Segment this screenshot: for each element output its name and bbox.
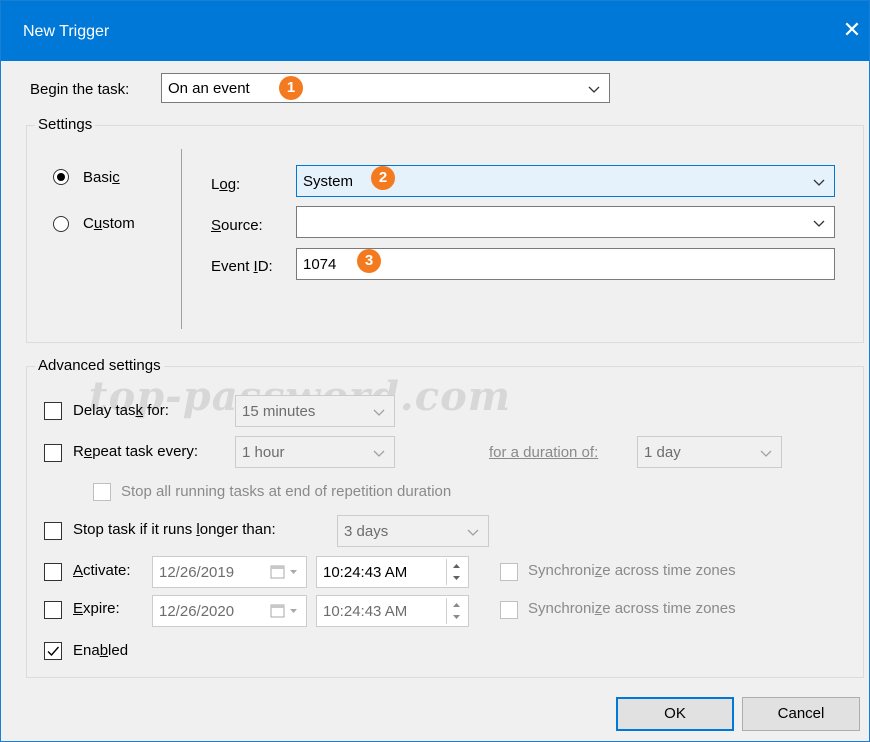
spin-down-icon[interactable] — [447, 611, 466, 624]
chevron-down-icon — [588, 83, 600, 95]
activate-time-value: 10:24:43 AM — [323, 564, 408, 581]
duration-label: for a duration of: — [489, 444, 599, 461]
source-dropdown[interactable] — [296, 206, 835, 238]
repeat-task-dropdown[interactable]: 1 hour — [235, 436, 395, 468]
activate-sync-label: Synchronize across time zones — [528, 562, 736, 579]
custom-radio[interactable] — [53, 216, 69, 232]
activate-checkbox[interactable] — [44, 563, 62, 581]
stop-task-longer-value: 3 days — [344, 523, 389, 540]
spin-down-icon[interactable] — [447, 572, 466, 585]
spin-up-icon[interactable] — [447, 559, 466, 572]
chevron-down-icon — [760, 447, 772, 459]
begin-task-value: On an event — [168, 80, 250, 97]
log-label: Log: — [211, 176, 241, 193]
settings-separator — [181, 149, 182, 329]
window-title: New Trigger — [23, 23, 110, 40]
delay-task-dropdown[interactable]: 15 minutes — [235, 395, 395, 427]
ok-button[interactable]: OK — [616, 697, 734, 731]
expire-sync-checkbox[interactable] — [500, 601, 518, 619]
step-badge-2: 2 — [371, 166, 395, 190]
expire-time-value: 10:24:43 AM — [323, 603, 408, 620]
close-icon[interactable]: ✕ — [837, 15, 867, 45]
stop-task-longer-dropdown[interactable]: 3 days — [337, 515, 489, 547]
begin-task-label: Begin the task: — [30, 81, 130, 98]
delay-task-value: 15 minutes — [242, 403, 316, 420]
checkmark-icon — [47, 646, 60, 657]
expire-label: Expire: — [73, 600, 120, 617]
expire-date-picker[interactable]: 12/26/2020 — [152, 595, 307, 627]
spin-up-icon[interactable] — [447, 598, 466, 611]
step-badge-3: 3 — [357, 249, 381, 273]
activate-sync-checkbox[interactable] — [500, 563, 518, 581]
chevron-down-icon — [373, 447, 385, 459]
activate-label: Activate: — [73, 562, 131, 579]
basic-radio-label: Basic — [83, 169, 120, 186]
begin-task-dropdown[interactable]: On an event — [161, 73, 610, 103]
duration-dropdown[interactable]: 1 day — [637, 436, 782, 468]
activate-date-picker[interactable]: 12/26/2019 — [152, 556, 307, 588]
delay-task-checkbox[interactable] — [44, 402, 62, 420]
duration-value: 1 day — [644, 444, 681, 461]
stop-task-longer-checkbox[interactable] — [44, 522, 62, 540]
chevron-down-icon — [813, 217, 825, 229]
enabled-label: Enabled — [73, 642, 129, 659]
stop-all-tasks-label: Stop all running tasks at end of repetit… — [121, 483, 452, 500]
repeat-task-checkbox[interactable] — [44, 444, 62, 462]
chevron-down-icon — [467, 526, 479, 538]
chevron-down-icon — [373, 406, 385, 418]
advanced-settings-label: Advanced settings — [35, 357, 164, 374]
custom-radio-label: Custom — [83, 215, 135, 232]
stop-all-tasks-checkbox[interactable] — [93, 483, 111, 501]
enabled-checkbox[interactable] — [44, 642, 62, 660]
basic-radio[interactable] — [53, 169, 69, 185]
activate-time-spinner[interactable] — [446, 559, 466, 585]
chevron-down-icon — [813, 176, 825, 188]
stop-task-longer-label: Stop task if it runs longer than: — [73, 521, 276, 538]
repeat-task-value: 1 hour — [242, 444, 285, 461]
title-bar: New Trigger ✕ — [1, 1, 869, 61]
expire-time-picker[interactable]: 10:24:43 AM — [316, 595, 469, 627]
log-value: System — [303, 173, 354, 190]
activate-date-value: 12/26/2019 — [159, 564, 235, 581]
delay-task-label: Delay task for: — [73, 402, 169, 419]
event-id-label: Event ID: — [211, 258, 273, 275]
repeat-task-label: Repeat task every: — [73, 443, 199, 460]
expire-checkbox[interactable] — [44, 601, 62, 619]
expire-date-value: 12/26/2020 — [159, 603, 235, 620]
calendar-icon[interactable] — [270, 565, 300, 583]
activate-time-picker[interactable]: 10:24:43 AM — [316, 556, 469, 588]
new-trigger-dialog: New Trigger ✕ Begin the task: On an even… — [0, 0, 870, 742]
expire-sync-label: Synchronize across time zones — [528, 600, 736, 617]
source-label: Source: — [211, 217, 263, 234]
step-badge-1: 1 — [279, 76, 303, 100]
calendar-icon[interactable] — [270, 604, 300, 622]
settings-group-label: Settings — [35, 116, 96, 133]
cancel-button[interactable]: Cancel — [742, 697, 860, 731]
expire-time-spinner[interactable] — [446, 598, 466, 624]
